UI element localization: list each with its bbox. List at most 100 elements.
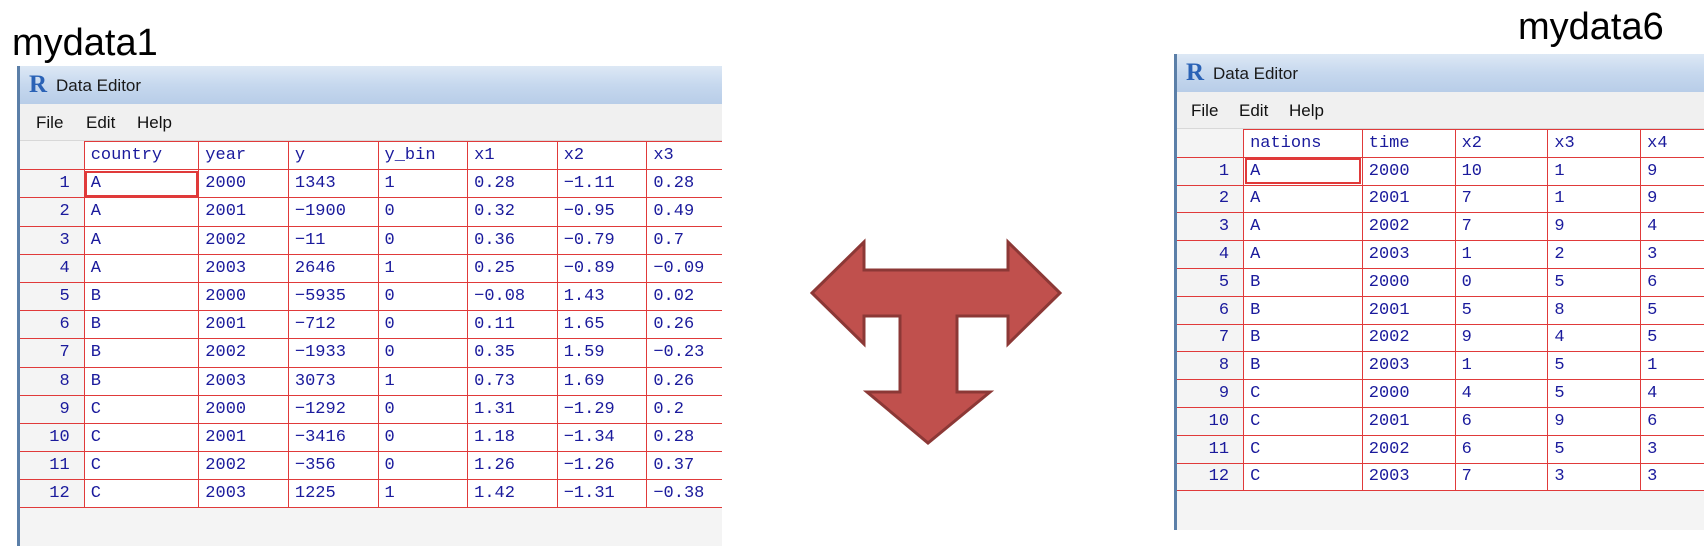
data-cell[interactable]: 1 [377,253,469,283]
menu-help[interactable]: Help [1289,101,1324,121]
data-cell[interactable]: 0.26 [646,366,722,396]
row-number[interactable]: 11 [1177,434,1245,464]
data-cell[interactable]: −712 [287,310,379,340]
data-cell[interactable]: 0.25 [467,253,558,283]
row-number[interactable]: 10 [1177,406,1245,436]
data-cell[interactable]: −11 [287,225,379,255]
data-cell[interactable]: A [1243,156,1363,186]
data-cell[interactable]: 1343 [287,169,379,199]
column-header[interactable]: time [1361,129,1456,158]
data-cell[interactable]: −1.29 [556,394,648,424]
data-cell[interactable]: 5 [1547,267,1642,297]
data-cell[interactable]: 2646 [287,253,379,283]
data-cell[interactable]: 0.35 [467,338,558,368]
data-cell[interactable]: 6 [1640,267,1704,297]
data-cell[interactable]: −0.38 [646,479,722,509]
data-cell[interactable]: −0.79 [556,225,648,255]
row-number[interactable]: 9 [20,394,85,424]
data-cell[interactable]: C [1243,379,1363,408]
row-number[interactable]: 4 [1177,240,1245,269]
data-cell[interactable]: 0 [377,338,469,368]
data-cell[interactable]: −1.34 [556,422,648,453]
data-cell[interactable]: 2001 [1361,406,1456,436]
row-number[interactable]: 10 [20,422,85,453]
data-cell[interactable]: 1 [1547,156,1642,186]
data-cell[interactable]: B [1243,323,1363,353]
data-cell[interactable]: A [83,225,200,255]
data-cell[interactable]: 0 [1454,267,1549,297]
left-titlebar[interactable]: R Data Editor [20,66,722,105]
data-cell[interactable]: 6 [1640,406,1704,436]
data-cell[interactable]: 9 [1640,184,1704,214]
data-cell[interactable]: 2003 [1361,240,1456,269]
data-cell[interactable]: −1.26 [556,451,648,481]
data-cell[interactable]: 0.36 [467,225,558,255]
data-cell[interactable]: 0 [377,394,469,424]
data-cell[interactable]: 3073 [287,366,379,396]
data-cell[interactable]: 2003 [198,479,289,509]
data-cell[interactable]: C [83,451,200,481]
data-cell[interactable]: 1 [1547,184,1642,214]
data-cell[interactable]: B [1243,295,1363,325]
data-cell[interactable]: 0.28 [646,422,722,453]
data-cell[interactable]: C [83,479,200,509]
row-number[interactable]: 12 [1177,462,1245,492]
data-cell[interactable]: 0.7 [646,225,722,255]
data-cell[interactable]: −0.09 [646,253,722,283]
data-cell[interactable]: −0.08 [467,281,558,312]
data-cell[interactable]: 5 [1547,379,1642,408]
data-cell[interactable]: 2001 [1361,295,1456,325]
data-cell[interactable]: 1 [377,366,469,396]
data-cell[interactable]: −0.95 [556,197,648,227]
data-cell[interactable]: 2003 [198,366,289,396]
data-cell[interactable]: 0 [377,451,469,481]
data-cell[interactable]: 0.02 [646,281,722,312]
data-cell[interactable]: 2000 [198,394,289,424]
data-cell[interactable]: −0.89 [556,253,648,283]
data-cell[interactable]: 5 [1454,295,1549,325]
data-cell[interactable]: 2002 [1361,323,1456,353]
data-cell[interactable]: 1 [377,169,469,199]
data-cell[interactable]: C [83,422,200,453]
data-cell[interactable]: C [1243,406,1363,436]
data-cell[interactable]: 1.59 [556,338,648,368]
data-cell[interactable]: 10 [1454,156,1549,186]
data-cell[interactable]: −1900 [287,197,379,227]
data-cell[interactable]: −1.31 [556,479,648,509]
data-cell[interactable]: 3 [1547,462,1642,492]
data-cell[interactable]: 9 [1454,323,1549,353]
data-cell[interactable]: 4 [1454,379,1549,408]
data-cell[interactable]: 0 [377,281,469,312]
menu-file[interactable]: File [36,113,63,133]
row-number[interactable]: 3 [20,225,85,255]
data-cell[interactable]: 1 [377,479,469,509]
column-header[interactable]: x2 [1454,129,1549,158]
data-cell[interactable]: 0.28 [646,169,722,199]
data-cell[interactable]: 2000 [1361,267,1456,297]
data-cell[interactable]: 1.69 [556,366,648,396]
data-cell[interactable]: 0.32 [467,197,558,227]
data-cell[interactable]: 5 [1640,323,1704,353]
data-cell[interactable]: 7 [1454,462,1549,492]
data-cell[interactable]: B [83,310,200,340]
row-number[interactable]: 2 [20,197,85,227]
data-cell[interactable]: 1.65 [556,310,648,340]
data-cell[interactable]: A [83,253,200,283]
column-header[interactable]: x1 [467,140,558,171]
right-titlebar[interactable]: R Data Editor [1177,54,1704,93]
data-cell[interactable]: 3 [1640,240,1704,269]
data-cell[interactable]: 1 [1454,240,1549,269]
data-cell[interactable]: B [1243,351,1363,381]
column-header[interactable]: y_bin [377,140,469,171]
data-cell[interactable]: 7 [1454,212,1549,242]
row-number[interactable]: 9 [1177,379,1245,408]
row-number[interactable]: 6 [20,310,85,340]
data-cell[interactable]: 0 [377,310,469,340]
data-cell[interactable]: −1933 [287,338,379,368]
data-cell[interactable]: −5935 [287,281,379,312]
data-cell[interactable]: 1 [1454,351,1549,381]
data-cell[interactable]: 8 [1547,295,1642,325]
data-cell[interactable]: 0 [377,422,469,453]
data-cell[interactable]: 2002 [1361,434,1456,464]
data-cell[interactable]: 0.26 [646,310,722,340]
